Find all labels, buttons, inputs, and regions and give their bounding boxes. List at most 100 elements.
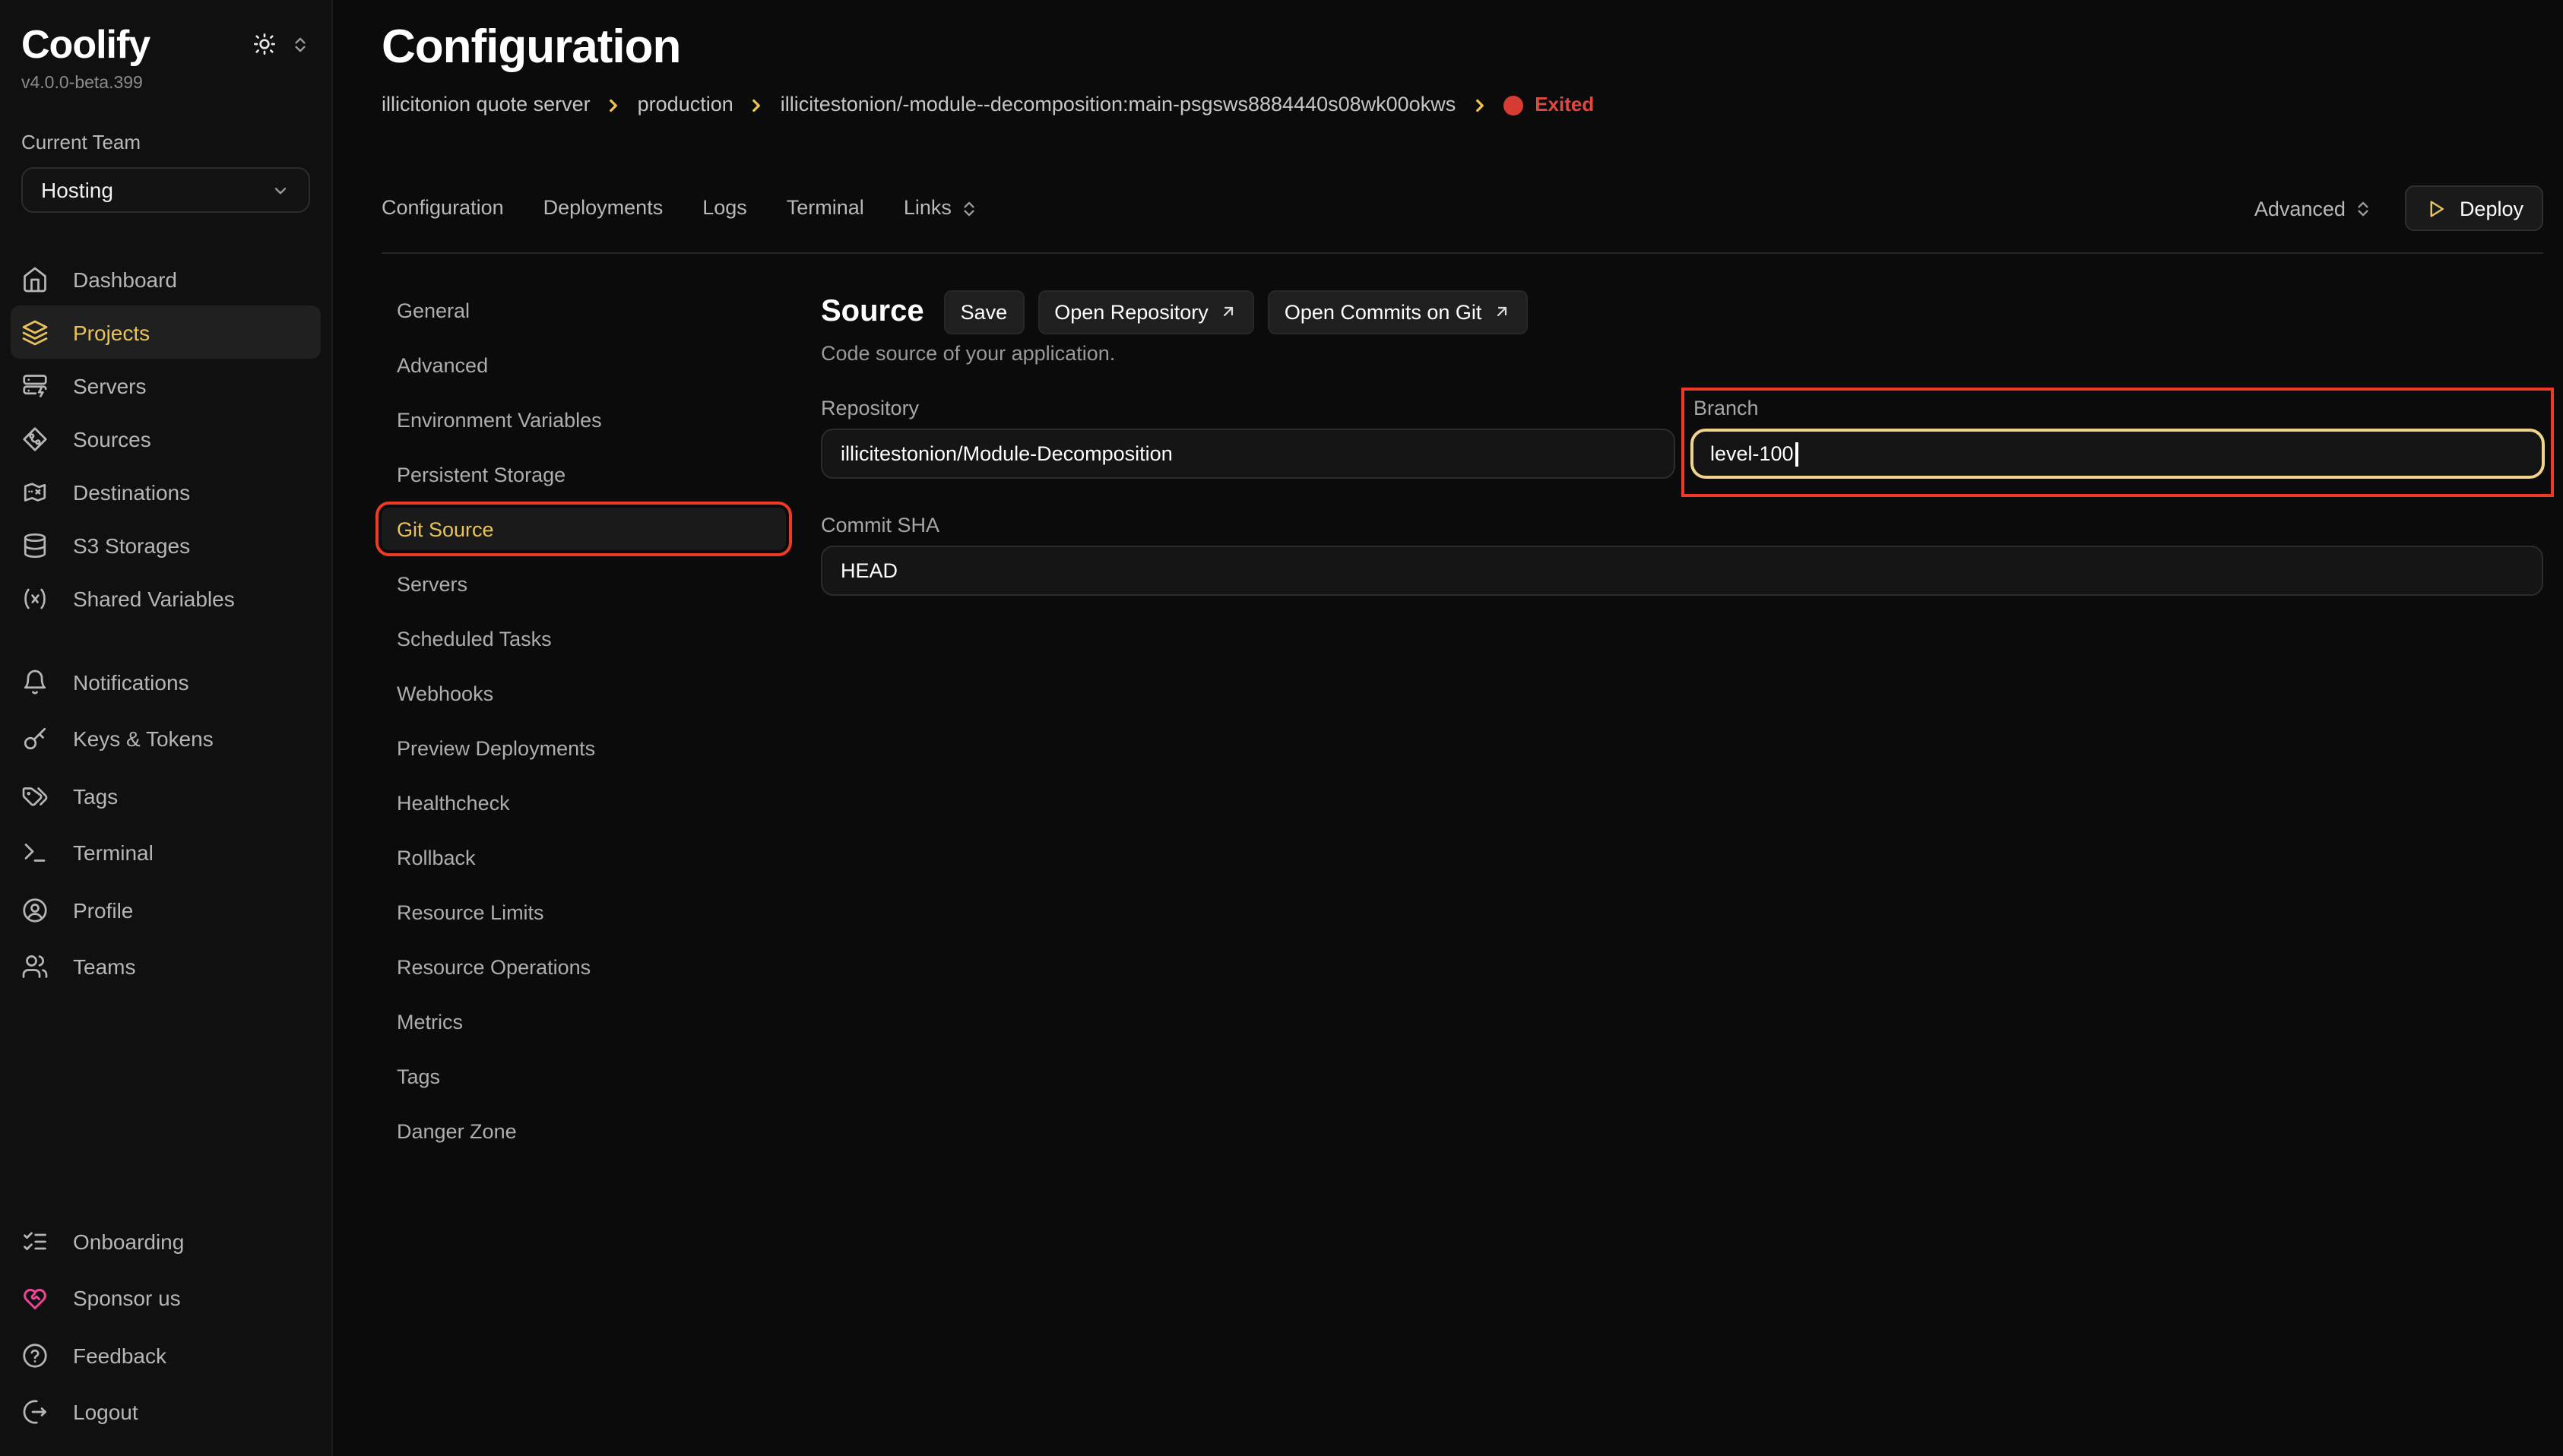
sidebar-item-label: Sources (73, 426, 151, 451)
subnav-item-advanced[interactable]: Advanced (382, 343, 786, 386)
subnav-item-preview-deployments[interactable]: Preview Deployments (382, 726, 786, 769)
sidebar-item-dashboard[interactable]: Dashboard (11, 252, 321, 305)
sidebar-item-terminal[interactable]: Terminal (11, 825, 321, 882)
team-select[interactable]: Hosting (21, 167, 310, 213)
bell-icon (21, 669, 49, 696)
sidebar-bottom-group: Onboarding Sponsor us Feedback Logout (11, 1213, 321, 1441)
sidebar: Coolify v4.0.0-beta.399 Current Team Hos… (0, 0, 333, 1456)
open-repository-button[interactable]: Open Repository (1038, 290, 1254, 334)
key-icon (21, 726, 49, 753)
sidebar-item-label: Servers (73, 373, 146, 397)
advanced-dropdown[interactable]: Advanced (2254, 197, 2373, 220)
subnav-item-servers[interactable]: Servers (382, 562, 786, 605)
sidebar-item-destinations[interactable]: Destinations (11, 465, 321, 518)
sidebar-item-s3-storages[interactable]: S3 Storages (11, 518, 321, 571)
sidebar-item-shared-variables[interactable]: Shared Variables (11, 571, 321, 625)
chevrons-up-down-icon[interactable] (290, 34, 310, 54)
sidebar-item-tags[interactable]: Tags (11, 768, 321, 825)
subnav-item-persistent-storage[interactable]: Persistent Storage (382, 453, 786, 495)
tab-links[interactable]: Links (904, 185, 979, 231)
tab-logs[interactable]: Logs (702, 185, 747, 231)
source-description: Code source of your application. (821, 340, 2543, 368)
breadcrumb-project[interactable]: illicitonion quote server (382, 91, 591, 119)
open-commits-label: Open Commits on Git (1285, 300, 1482, 323)
repository-input[interactable] (821, 429, 1675, 479)
heart-hands-icon (21, 1285, 49, 1312)
source-title: Source (821, 294, 924, 329)
breadcrumb: illicitonion quote server production ill… (382, 91, 2543, 119)
chevron-right-icon (1469, 95, 1489, 115)
subnav-item-tags[interactable]: Tags (382, 1055, 786, 1097)
breadcrumb-environment[interactable]: production (638, 91, 733, 119)
sidebar-item-profile[interactable]: Profile (11, 882, 321, 938)
chevrons-up-down-icon (959, 198, 979, 218)
git-source-form: Source Save Open Repository Open Commits… (821, 289, 2543, 1456)
subnav-item-git-source[interactable]: Git Source (382, 508, 786, 550)
subnav-item-danger-zone[interactable]: Danger Zone (382, 1109, 786, 1152)
sidebar-item-label: Keys & Tokens (73, 727, 214, 752)
sidebar-item-notifications[interactable]: Notifications (11, 654, 321, 711)
branch-annotation-box: Branch level-100 (1681, 388, 2554, 497)
commit-sha-label: Commit SHA (821, 512, 2543, 540)
tab-terminal[interactable]: Terminal (787, 185, 864, 231)
user-circle-icon (21, 897, 49, 924)
server-icon (21, 372, 49, 399)
sidebar-nav: Dashboard Projects Servers Sources Desti… (11, 252, 321, 1441)
tabs-bar: Configuration Deployments Logs Terminal … (382, 185, 2543, 254)
sidebar-item-onboarding[interactable]: Onboarding (11, 1213, 321, 1270)
sidebar-item-label: Feedback (73, 1344, 166, 1368)
status-dot-icon (1503, 95, 1522, 115)
open-repository-label: Open Repository (1054, 300, 1209, 323)
repository-field: Repository (821, 388, 1675, 479)
subnav-item-environment-variables[interactable]: Environment Variables (382, 398, 786, 441)
sidebar-item-feedback[interactable]: Feedback (11, 1327, 321, 1384)
sidebar-item-logout[interactable]: Logout (11, 1384, 321, 1441)
open-commits-button[interactable]: Open Commits on Git (1268, 290, 1528, 334)
deploy-button[interactable]: Deploy (2405, 185, 2543, 231)
sidebar-item-teams[interactable]: Teams (11, 938, 321, 995)
status-badge: Exited (1503, 91, 1594, 119)
logout-icon (21, 1399, 49, 1426)
sidebar-item-sources[interactable]: Sources (11, 412, 321, 465)
subnav-item-resource-limits[interactable]: Resource Limits (382, 891, 786, 933)
sidebar-item-sponsor[interactable]: Sponsor us (11, 1270, 321, 1327)
subnav-item-metrics[interactable]: Metrics (382, 1000, 786, 1043)
commit-sha-input[interactable] (821, 546, 2543, 596)
branch-input-value: level-100 (1710, 442, 1794, 465)
database-icon (21, 531, 49, 559)
subnav-item-general[interactable]: General (382, 289, 786, 331)
sidebar-item-label: Teams (73, 955, 135, 980)
breadcrumb-application[interactable]: illicitestonion/-module--decomposition:m… (781, 91, 1456, 119)
sidebar-item-label: Destinations (73, 480, 190, 504)
sidebar-item-keys-tokens[interactable]: Keys & Tokens (11, 711, 321, 768)
chevron-down-icon (271, 180, 290, 200)
subnav-item-healthcheck[interactable]: Healthcheck (382, 781, 786, 824)
sidebar-item-servers[interactable]: Servers (11, 359, 321, 412)
advanced-label: Advanced (2254, 197, 2346, 220)
subnav-item-rollback[interactable]: Rollback (382, 836, 786, 878)
brand-row: Coolify (21, 21, 310, 67)
status-label: Exited (1535, 91, 1594, 119)
chevron-right-icon (747, 95, 767, 115)
tab-deployments[interactable]: Deployments (543, 185, 664, 231)
coolify-app: Coolify v4.0.0-beta.399 Current Team Hos… (0, 0, 2563, 1456)
sidebar-item-label: Projects (73, 320, 150, 344)
save-button[interactable]: Save (944, 290, 1025, 334)
chevrons-up-down-icon (2353, 198, 2373, 218)
main-content: Configuration illicitonion quote server … (333, 0, 2563, 1456)
subnav-item-scheduled-tasks[interactable]: Scheduled Tasks (382, 617, 786, 660)
subnav-item-webhooks[interactable]: Webhooks (382, 672, 786, 714)
sidebar-item-label: Profile (73, 898, 133, 923)
theme-toggle-sun-icon[interactable] (252, 32, 277, 56)
checklist-icon (21, 1228, 49, 1255)
sidebar-item-label: Terminal (73, 841, 154, 866)
sidebar-item-projects[interactable]: Projects (11, 305, 321, 359)
configuration-content: General Advanced Environment Variables P… (382, 289, 2543, 1456)
home-icon (21, 265, 49, 293)
subnav-item-resource-operations[interactable]: Resource Operations (382, 945, 786, 988)
tab-configuration[interactable]: Configuration (382, 185, 504, 231)
branch-input[interactable]: level-100 (1690, 429, 2545, 479)
chevron-right-icon (604, 95, 624, 115)
source-header: Source Save Open Repository Open Commits… (821, 289, 2543, 334)
play-icon (2425, 197, 2447, 220)
